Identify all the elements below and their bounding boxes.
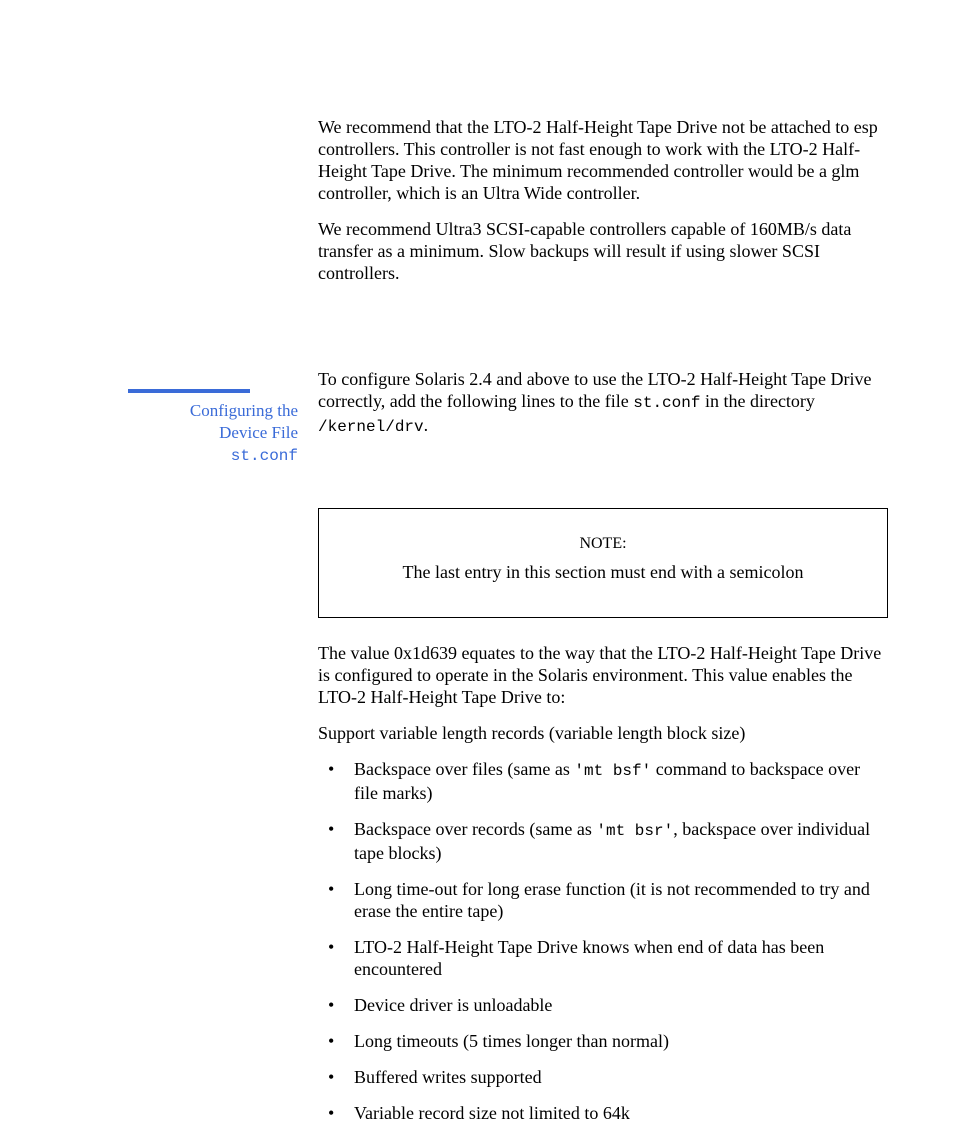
section-rule [128,389,250,393]
cfg-dir: /kernel/drv [318,418,424,436]
li2-t1: Backspace over records (same as [354,819,596,839]
list-item: Backspace over records (same as 'mt bsr'… [318,818,888,864]
note-label: NOTE: [343,533,863,555]
paragraph-controllers-esp: We recommend that the LTO-2 Half-Height … [318,116,888,204]
configure-paragraph: To configure Solaris 2.4 and above to us… [318,368,888,438]
list-item: LTO-2 Half-Height Tape Drive knows when … [318,936,888,980]
list-item: Device driver is unloadable [318,994,888,1016]
intro-block: We recommend that the LTO-2 Half-Height … [318,116,888,284]
cfg-t3: . [424,415,429,435]
note-box: NOTE: The last entry in this section mus… [318,508,888,618]
li1-t1: Backspace over files (same as [354,759,574,779]
note-text: The last entry in this section must end … [343,561,863,583]
li1-cmd: 'mt bsf' [574,762,651,780]
section-heading-l2: Device File [219,423,298,442]
li2-cmd: 'mt bsr' [596,822,673,840]
cfg-t2: in the directory [700,391,814,411]
section-heading-file: st.conf [231,447,298,465]
list-item: Buffered writes supported [318,1066,888,1088]
section-heading-l1: Configuring the [190,401,298,420]
list-item: Long time-out for long erase function (i… [318,878,888,922]
feature-list: Backspace over files (same as 'mt bsf' c… [318,758,888,1124]
cfg-file: st.conf [633,394,700,412]
list-item: Long timeouts (5 times longer than norma… [318,1030,888,1052]
page: We recommend that the LTO-2 Half-Height … [0,0,954,1145]
section-heading: Configuring the Device File st.conf [128,400,298,467]
list-item: Backspace over files (same as 'mt bsf' c… [318,758,888,804]
section-body: To configure Solaris 2.4 and above to us… [318,368,888,1124]
paragraph-ultra3: We recommend Ultra3 SCSI-capable control… [318,218,888,284]
list-item: Variable record size not limited to 64k [318,1102,888,1124]
support-paragraph: Support variable length records (variabl… [318,722,888,744]
value-paragraph: The value 0x1d639 equates to the way tha… [318,642,888,708]
